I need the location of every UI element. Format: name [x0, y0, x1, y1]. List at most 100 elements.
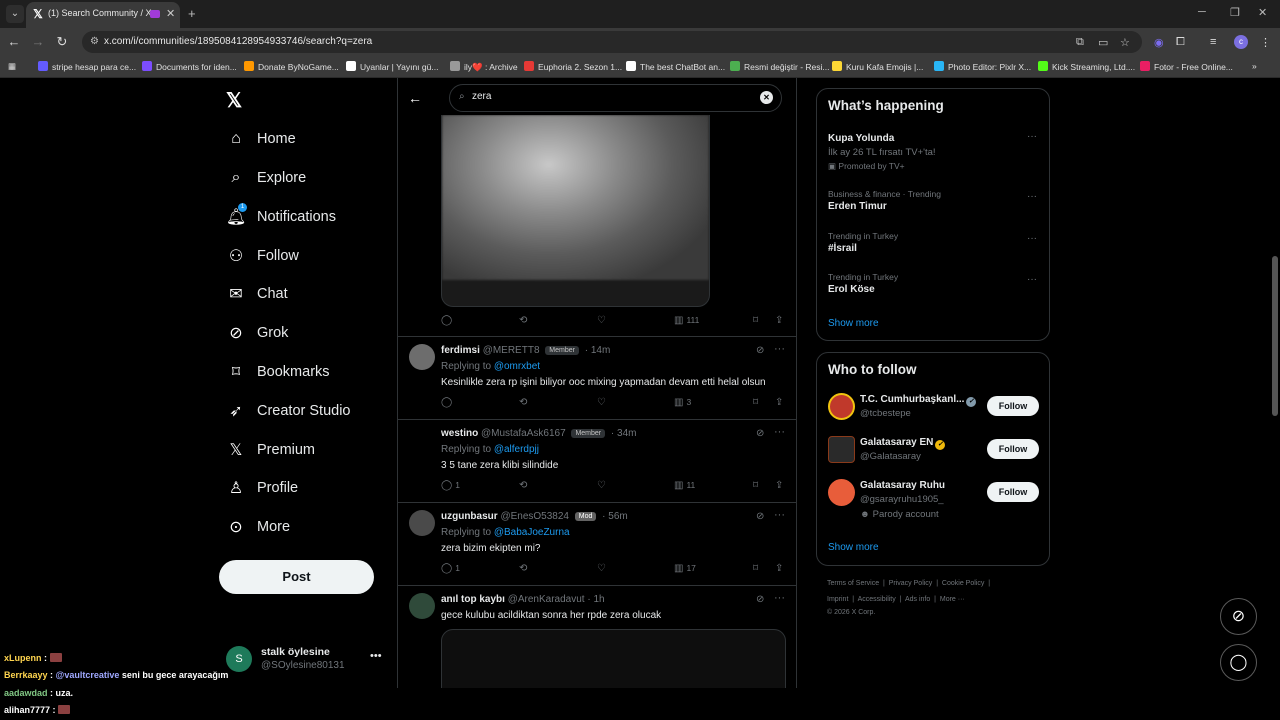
- bookmark-star-icon[interactable]: ☆: [1120, 36, 1130, 49]
- follow-button[interactable]: Follow: [987, 396, 1039, 416]
- search-input[interactable]: [472, 91, 752, 102]
- grok-fab-icon[interactable]: ⊘: [1220, 598, 1257, 635]
- profile-avatar-icon[interactable]: c: [1234, 35, 1248, 49]
- like-icon[interactable]: ♡: [597, 397, 606, 408]
- nav-home[interactable]: ⌂ Home: [226, 124, 296, 154]
- bookmark-item[interactable]: Euphoria 2. Sezon 1...: [524, 61, 622, 72]
- tweet-media[interactable]: [441, 629, 786, 688]
- nav-bookmarks[interactable]: ⌑ Bookmarks: [226, 357, 330, 387]
- bookmark-icon[interactable]: ⌑: [753, 315, 758, 326]
- follow-suggestion[interactable]: Galatasaray EN ✓ @Galatasaray Follow: [828, 436, 1040, 470]
- avatar[interactable]: [409, 593, 435, 619]
- share-icon[interactable]: ⇪: [775, 563, 783, 574]
- like-icon[interactable]: ♡: [597, 480, 606, 491]
- install-icon[interactable]: ▭: [1098, 36, 1108, 49]
- nav-notifications[interactable]: 🔔︎ 1 Notifications: [226, 202, 336, 232]
- extension-icon[interactable]: ◉: [1154, 36, 1164, 49]
- reply-icon[interactable]: ◯ 1: [441, 563, 460, 574]
- reply-mention[interactable]: @BabaJoeZurna: [494, 527, 570, 538]
- tweet[interactable]: ferdimsi @MERETT8 Member · 14m ⊘ ··· Rep…: [398, 336, 796, 419]
- like-icon[interactable]: ♡: [597, 315, 606, 326]
- account-switcher[interactable]: S stalk öylesine @SOylesine80131 •••: [226, 644, 386, 674]
- more-icon[interactable]: ···: [774, 426, 785, 438]
- x-logo-icon[interactable]: 𝕏: [226, 88, 242, 113]
- tweet-author-handle[interactable]: @MERETT8: [483, 345, 540, 356]
- follow-button[interactable]: Follow: [987, 482, 1039, 502]
- repost-icon[interactable]: ⟲: [519, 397, 527, 408]
- nav-explore[interactable]: ⌕ Explore: [226, 163, 307, 193]
- address-bar[interactable]: ⚙ x.com/i/communities/189508412895493374…: [82, 31, 1142, 53]
- avatar[interactable]: [409, 510, 435, 536]
- follow-suggestion[interactable]: T.C. Cumhurbaşkanl... ✓ @tcbestepe Follow: [828, 393, 1040, 427]
- grok-icon[interactable]: ⊘: [756, 511, 764, 522]
- tweet-author-handle[interactable]: @EnesO53824: [500, 511, 569, 522]
- bookmark-item[interactable]: Uyanlar | Yayını gü...: [346, 61, 438, 72]
- reply-icon[interactable]: ◯ 1: [441, 480, 460, 491]
- bookmark-item[interactable]: Donate ByNoGame...: [244, 61, 339, 72]
- clear-search-icon[interactable]: ✕: [760, 91, 773, 104]
- more-icon[interactable]: ···: [774, 592, 785, 604]
- bookmark-item[interactable]: Fotor - Free Online...: [1140, 61, 1233, 72]
- avatar[interactable]: [409, 344, 435, 370]
- more-icon[interactable]: ···: [1027, 274, 1037, 285]
- bookmark-icon[interactable]: ⌑: [753, 480, 758, 491]
- footer-link[interactable]: Ads info: [905, 596, 930, 603]
- post-button[interactable]: Post: [219, 560, 374, 594]
- repost-icon[interactable]: ⟲: [519, 480, 527, 491]
- views-icon[interactable]: ▥ 11: [674, 480, 695, 491]
- share-icon[interactable]: ⇪: [775, 480, 783, 491]
- nav-creator-studio[interactable]: ➶ Creator Studio: [226, 396, 350, 426]
- apps-icon[interactable]: ▦: [8, 61, 16, 72]
- tab-close-icon[interactable]: ✕: [166, 7, 175, 20]
- bookmark-item[interactable]: ily❤️ : Archive: [450, 61, 518, 73]
- minimize-icon[interactable]: ─: [1198, 6, 1206, 18]
- footer-link[interactable]: Accessibility: [858, 596, 896, 603]
- chat-fab-icon[interactable]: ◯: [1220, 644, 1257, 681]
- restore-icon[interactable]: ❐: [1230, 6, 1240, 19]
- window-close-icon[interactable]: ✕: [1258, 6, 1267, 19]
- footer-link[interactable]: Cookie Policy: [942, 580, 984, 587]
- media-controls-icon[interactable]: ≡: [1210, 36, 1216, 48]
- bookmark-item[interactable]: Kuru Kafa Emojis |...: [832, 61, 923, 72]
- reply-icon[interactable]: ◯: [441, 315, 452, 326]
- share-icon[interactable]: ⇪: [775, 315, 783, 326]
- views-icon[interactable]: ▥ 3: [674, 397, 691, 408]
- bookmark-item[interactable]: Kick Streaming, Ltd....: [1038, 61, 1135, 72]
- tweet-author-name[interactable]: uzgunbasur: [441, 511, 498, 522]
- scrollbar-thumb[interactable]: [1272, 256, 1278, 416]
- trend-item[interactable]: Business & finance · Trending Erden Timu…: [828, 189, 1038, 212]
- tweet-author-name[interactable]: anıl top kaybı: [441, 594, 505, 605]
- nav-premium[interactable]: 𝕏 Premium: [226, 435, 315, 465]
- translate-icon[interactable]: ⧉: [1076, 36, 1084, 49]
- more-icon[interactable]: ···: [1027, 131, 1037, 142]
- more-icon[interactable]: ···: [1027, 191, 1037, 202]
- repost-icon[interactable]: ⟲: [519, 315, 527, 326]
- show-more-link[interactable]: Show more: [828, 542, 879, 553]
- site-info-icon[interactable]: ⚙: [90, 36, 99, 47]
- tab-search-icon[interactable]: ⌄: [6, 5, 24, 23]
- footer-link[interactable]: Privacy Policy: [889, 580, 933, 587]
- footer-link[interactable]: More ···: [940, 596, 965, 603]
- tweet[interactable]: anıl top kaybı @ArenKaradavut · 1h ⊘ ···…: [398, 585, 796, 688]
- more-icon[interactable]: •••: [370, 650, 382, 662]
- nav-more[interactable]: ⊙ More: [226, 512, 290, 542]
- tweet-author-handle[interactable]: @ArenKaradavut: [508, 594, 585, 605]
- show-more-link[interactable]: Show more: [828, 318, 879, 329]
- forward-icon[interactable]: →: [30, 34, 46, 49]
- nav-follow[interactable]: ⚇ Follow: [226, 241, 299, 271]
- back-arrow-icon[interactable]: ←: [408, 90, 422, 106]
- footer-link[interactable]: Terms of Service: [827, 580, 879, 587]
- trend-item[interactable]: Kupa Yolunda İlk ay 26 TL fırsatı TV+'ta…: [828, 131, 1038, 172]
- views-icon[interactable]: ▥ 17: [674, 563, 696, 574]
- trend-item[interactable]: Trending in Turkey Erol Köse: [828, 272, 1038, 295]
- search-bar[interactable]: ⌕ ✕: [449, 84, 782, 112]
- grok-icon[interactable]: ⊘: [756, 594, 764, 605]
- more-icon[interactable]: ···: [1027, 233, 1037, 244]
- like-icon[interactable]: ♡: [597, 563, 606, 574]
- nav-grok[interactable]: ⊘ Grok: [226, 318, 288, 348]
- trend-item[interactable]: Trending in Turkey #İsrail: [828, 231, 1038, 254]
- reply-mention[interactable]: @alferdpjj: [494, 444, 539, 455]
- nav-profile[interactable]: ♙ Profile: [226, 473, 298, 503]
- more-icon[interactable]: ···: [774, 509, 785, 521]
- reload-icon[interactable]: ↻: [54, 34, 70, 50]
